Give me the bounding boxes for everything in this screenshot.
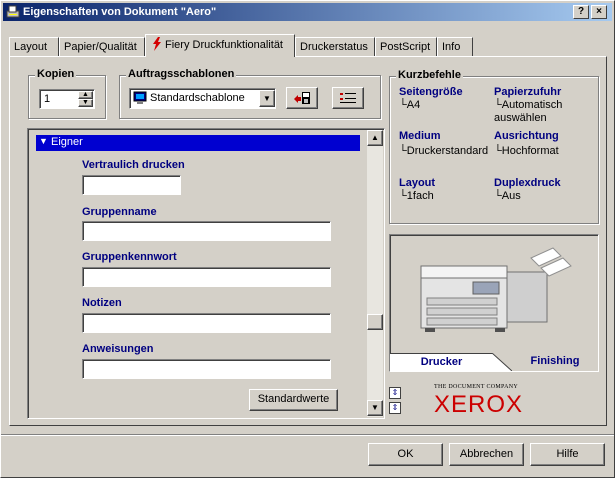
xerox-logo: THE DOCUMENT COMPANY XEROX	[434, 384, 584, 420]
copies-down-button[interactable]: ▼	[78, 99, 93, 107]
save-template-button[interactable]	[286, 87, 318, 109]
group-password-input[interactable]	[82, 267, 331, 287]
section-title: Eigner	[51, 136, 83, 148]
shortcut-media-value: └Druckerstandard	[399, 145, 489, 157]
template-selected: Standardschablone	[150, 92, 245, 104]
group-name-input[interactable]	[82, 221, 331, 241]
copies-label: Kopien	[35, 68, 77, 80]
window-title: Eigenschaften von Dokument "Aero"	[23, 6, 217, 18]
list-settings-icon	[340, 93, 356, 103]
save-template-icon	[294, 92, 310, 104]
xerox-tagline: THE DOCUMENT COMPANY	[434, 384, 519, 390]
copies-group: Kopien 1 ▲ ▼	[28, 68, 106, 119]
fiery-lightning-icon	[153, 37, 161, 51]
tab-info[interactable]: Info	[437, 37, 473, 56]
shortcuts-label: Kurzbefehle	[396, 69, 463, 81]
collapse-icon: ▼	[39, 136, 48, 146]
printer-preview-pane: Drucker Finishing	[389, 234, 599, 372]
tab-panel: Kopien 1 ▲ ▼ Auftragsschablonen Standard…	[9, 56, 607, 426]
shortcut-layout-title: Layout	[399, 177, 436, 189]
instructions-input[interactable]	[82, 359, 331, 379]
help-button[interactable]: Hilfe	[530, 443, 605, 466]
tab-separator	[492, 353, 512, 371]
template-dropdown[interactable]: Standardschablone ▼	[129, 88, 276, 109]
notes-label: Notizen	[82, 297, 122, 309]
shortcut-paper-source-value: └Automatisch auswählen	[494, 99, 563, 124]
monitor-icon	[133, 91, 147, 104]
shortcut-layout-value: └1fach	[399, 190, 434, 202]
expand-all-button[interactable]: ⇕	[389, 387, 401, 399]
shortcut-paper-source-title: Papierzufuhr	[494, 86, 562, 98]
copies-spinner[interactable]: 1 ▲ ▼	[39, 89, 95, 109]
tab-druckerstatus[interactable]: Druckerstatus	[295, 37, 375, 56]
vertical-scrollbar[interactable]: ▲ ▼	[367, 130, 383, 417]
shortcut-duplex-value: └Aus	[494, 190, 521, 202]
tab-postscript[interactable]: PostScript	[375, 37, 437, 56]
tab-papier-qualitaet[interactable]: Papier/Qualität	[59, 37, 145, 56]
shortcut-media-title: Medium	[399, 130, 441, 142]
copies-value: 1	[44, 93, 51, 105]
group-password-label: Gruppenkennwort	[82, 251, 177, 263]
xerox-wordmark: XEROX	[434, 391, 524, 418]
tab-layout[interactable]: Layout	[9, 37, 59, 56]
shortcuts-group: Kurzbefehle Seitengröße └A4 Papierzufuhr…	[389, 69, 599, 224]
cancel-button[interactable]: Abbrechen	[449, 443, 524, 466]
title-bar[interactable]: Eigenschaften von Dokument "Aero" ? ×	[3, 3, 612, 21]
printer-document-icon	[6, 5, 20, 18]
shortcut-page-size-title: Seitengröße	[399, 86, 463, 98]
tab-finishing[interactable]: Finishing	[512, 353, 598, 371]
tab-drucker[interactable]: Drucker	[390, 353, 493, 371]
manage-templates-button[interactable]	[332, 87, 364, 109]
instructions-label: Anweisungen	[82, 343, 154, 355]
shortcut-page-size-value: └A4	[399, 99, 421, 111]
scroll-up-button[interactable]: ▲	[367, 130, 383, 146]
confidential-print-input[interactable]	[82, 175, 181, 195]
shortcut-duplex-title: Duplexdruck	[494, 177, 561, 189]
scroll-thumb[interactable]	[367, 314, 383, 330]
tab-fiery-druckfunktionalitaet[interactable]: Fiery Druckfunktionalität	[145, 34, 295, 57]
confidential-print-label: Vertraulich drucken	[82, 159, 185, 171]
scroll-down-button[interactable]: ▼	[367, 400, 383, 416]
properties-dialog: Eigenschaften von Dokument "Aero" ? × La…	[0, 0, 615, 478]
settings-scroll-area: ▼ Eigner Vertraulich drucken Gruppenname…	[27, 128, 385, 419]
notes-input[interactable]	[82, 313, 331, 333]
shortcut-orientation-value: └Hochformat	[494, 145, 559, 157]
defaults-button[interactable]: Standardwerte	[249, 389, 338, 411]
help-title-button[interactable]: ?	[573, 5, 589, 19]
template-dropdown-arrow[interactable]: ▼	[259, 90, 275, 107]
printer-illustration-icon	[420, 247, 572, 332]
shortcut-orientation-title: Ausrichtung	[494, 130, 559, 142]
close-title-button[interactable]: ×	[591, 5, 607, 19]
footer-separator	[1, 434, 614, 436]
group-name-label: Gruppenname	[82, 206, 157, 218]
copies-up-button[interactable]: ▲	[78, 91, 93, 99]
templates-label: Auftragsschablonen	[126, 68, 237, 80]
templates-group: Auftragsschablonen Standardschablone ▼	[119, 68, 381, 119]
ok-button[interactable]: OK	[368, 443, 443, 466]
section-header-eigner[interactable]: ▼ Eigner	[36, 135, 360, 151]
collapse-all-button[interactable]: ⇕	[389, 402, 401, 414]
